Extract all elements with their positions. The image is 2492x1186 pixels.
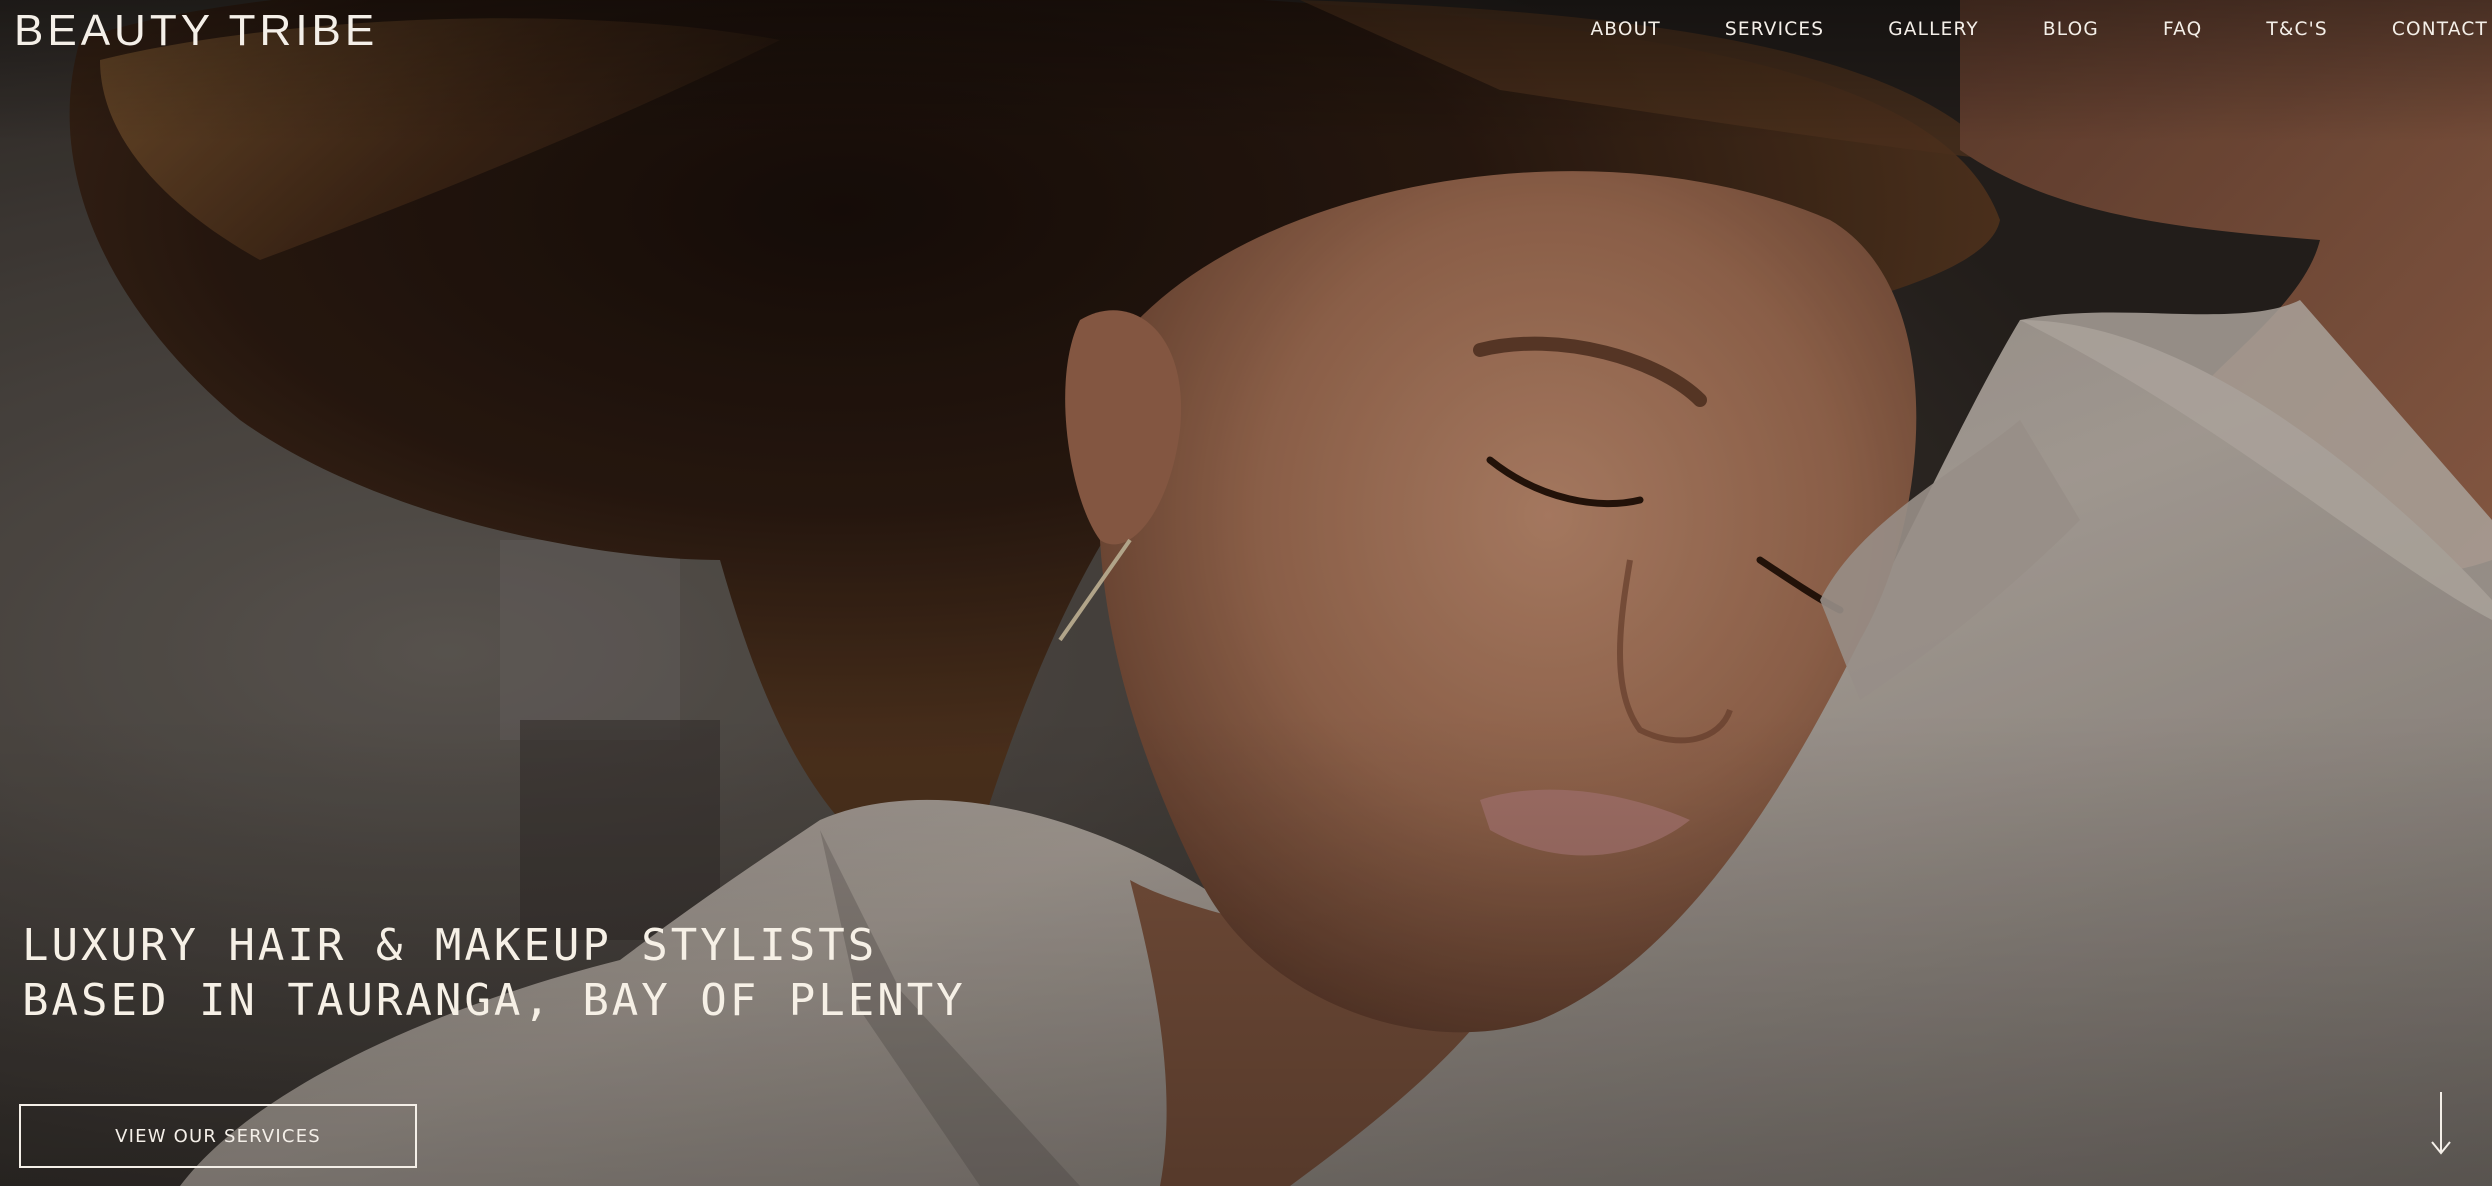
arrow-down-icon[interactable]: [2428, 1090, 2454, 1156]
nav-item-contact[interactable]: CONTACT: [2392, 18, 2488, 42]
hero-section: BEAUTY TRIBE ABOUT SERVICES GALLERY BLOG…: [0, 0, 2492, 1186]
site-logo[interactable]: BEAUTY TRIBE: [14, 6, 378, 56]
nav-item-faq[interactable]: FAQ: [2163, 18, 2202, 42]
hero-headline-line-2: BASED IN TAURANGA, BAY OF PLENTY: [22, 975, 966, 1026]
view-services-button[interactable]: VIEW OUR SERVICES: [19, 1104, 417, 1168]
nav-item-blog[interactable]: BLOG: [2043, 18, 2099, 42]
main-nav: ABOUT SERVICES GALLERY BLOG FAQ T&C'S CO…: [1590, 18, 2492, 42]
hero-headline: LUXURY HAIR & MAKEUP STYLISTS BASED IN T…: [22, 918, 966, 1028]
nav-item-about[interactable]: ABOUT: [1590, 18, 1660, 42]
nav-item-gallery[interactable]: GALLERY: [1888, 18, 1979, 42]
nav-item-services[interactable]: SERVICES: [1725, 18, 1824, 42]
nav-item-terms[interactable]: T&C'S: [2266, 18, 2327, 42]
hero-headline-line-1: LUXURY HAIR & MAKEUP STYLISTS: [22, 920, 878, 971]
site-header: BEAUTY TRIBE ABOUT SERVICES GALLERY BLOG…: [0, 0, 2492, 60]
